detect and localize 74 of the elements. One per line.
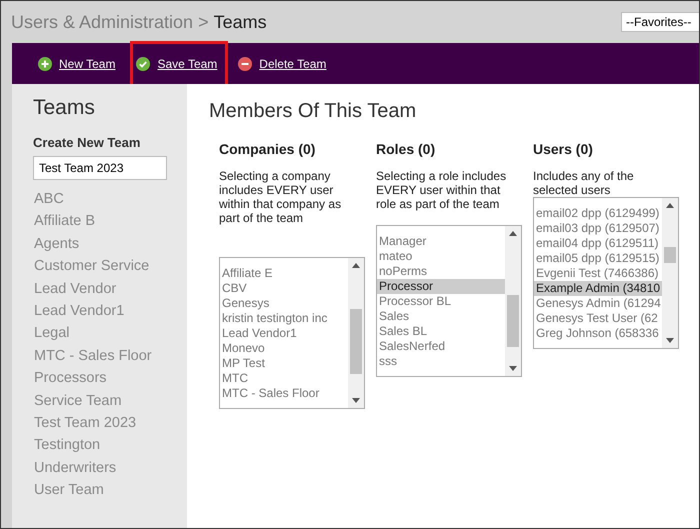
favorites-dropdown[interactable]: --Favorites-- [621, 12, 699, 32]
team-list-item[interactable]: Testington [34, 437, 187, 460]
multi-select-list[interactable]: Affiliate E CBV Genesys kristin testington inc Lead Vendor1 Monevo MP Test MTC MTC - Sales Floor [219, 257, 365, 409]
list-option[interactable]: SalesNerfed [377, 339, 505, 354]
team-list-item[interactable]: User Team [34, 482, 187, 504]
scrollbar[interactable] [662, 198, 678, 348]
list-option[interactable]: MTC [220, 371, 348, 386]
section-title: Members Of This Team [209, 100, 418, 123]
minus-icon [238, 56, 252, 70]
list-option[interactable]: Genesys Admin (61294 [534, 296, 662, 311]
list-option[interactable]: Example Admin (34810 [534, 281, 662, 296]
multi-select-list[interactable]: email02 dpp (6129499) email03 dpp (6129507) email04 dpp (6129511) email05 dpp (6129515) Evgenii Test (7466386) Example Admin (34810 Genesys Admin (61294 Genesys Test User (62 Greg Johnson (658336 [533, 197, 679, 349]
list-option[interactable]: MP Test [220, 356, 348, 371]
list-option[interactable]: Evgenii Test (7466386) [534, 266, 662, 281]
multi-select-list[interactable]: Manager mateo noPerms Processor Processor BL Sales Sales BL SalesNerfed sss [376, 225, 522, 377]
team-list-item[interactable]: Lead Vendor1 [34, 302, 187, 326]
create-team-label: Create New Team [33, 135, 142, 150]
list-option[interactable]: Greg Johnson (658336 [534, 326, 662, 341]
breadcrumb-current: Teams [214, 12, 267, 32]
list-option[interactable]: noPerms [377, 264, 505, 279]
list-option[interactable]: Affiliate E [220, 266, 348, 281]
panel-heading: Roles (0) [376, 141, 436, 157]
list-option[interactable]: Genesys [220, 296, 348, 311]
list-option[interactable]: mateo [377, 249, 505, 264]
list-option[interactable]: CBV [220, 281, 348, 296]
scroll-up-arrow-icon[interactable] [509, 231, 517, 236]
scroll-up-arrow-icon[interactable] [352, 263, 360, 268]
list-option[interactable]: Lead Vendor1 [220, 326, 348, 341]
plus-icon [38, 56, 52, 70]
list-option[interactable]: Processor [377, 279, 505, 294]
team-list-item[interactable]: Affiliate B [34, 213, 187, 236]
panel-heading: Companies (0) [219, 141, 316, 157]
list-option[interactable]: Genesys Test User (62 [534, 311, 662, 326]
list-option[interactable]: Monevo [220, 341, 348, 356]
list-option[interactable]: MTC - Sales Floor [220, 386, 348, 401]
toolbar-link[interactable]: Delete Team [232, 40, 338, 86]
list-option[interactable]: email02 dpp (6129499) [534, 206, 662, 221]
team-list-item[interactable]: Customer Service [34, 258, 187, 281]
scrollbar[interactable] [348, 258, 364, 408]
team-list-item[interactable]: Test Team 2023 [34, 414, 187, 438]
team-list-item[interactable]: MTC - Sales Floor [34, 348, 187, 370]
list-option[interactable]: Sales [377, 309, 505, 324]
list-option[interactable]: Processor BL [377, 294, 505, 309]
breadcrumb-parent[interactable]: Users & Administration [11, 12, 194, 32]
checkmark-icon [136, 56, 150, 70]
scrollbar-thumb[interactable] [664, 246, 676, 264]
list-option[interactable]: Sales BL [377, 324, 505, 339]
team-list-item[interactable]: Legal [34, 325, 187, 348]
team-list-item[interactable]: Lead Vendor [34, 280, 187, 303]
list-option[interactable]: email03 dpp (6129507) [534, 221, 662, 236]
sidebar-title: Teams [33, 96, 96, 120]
list-option[interactable]: email05 dpp (6129515) [534, 251, 662, 266]
panel-heading: Users (0) [533, 141, 594, 157]
list-option[interactable]: kristin testington inc [220, 311, 348, 326]
scroll-down-arrow-icon[interactable] [666, 338, 674, 343]
list-option[interactable]: Manager [377, 234, 505, 249]
scroll-up-arrow-icon[interactable] [666, 203, 674, 208]
panel-description: Selecting a company includes EVERY user within that company as part of the team [219, 169, 342, 225]
scroll-down-arrow-icon[interactable] [509, 366, 517, 371]
scrollbar-thumb[interactable] [350, 309, 362, 374]
team-list-item[interactable]: Service Team [34, 392, 187, 415]
panel-description: Includes any of the selected users [533, 169, 635, 197]
scroll-down-arrow-icon[interactable] [352, 398, 360, 403]
team-list-item[interactable]: Agents [34, 236, 187, 258]
team-list-item[interactable]: Underwriters [34, 460, 187, 482]
panel-description: Selecting a role includes EVERY user within that role as part of the team [376, 169, 508, 211]
team-list-item[interactable]: Processors [34, 370, 187, 393]
team-name-input[interactable]: Test Team 2023 [33, 156, 167, 180]
scrollbar[interactable] [505, 226, 521, 376]
list-option[interactable]: sss [377, 354, 505, 369]
breadcrumb-separator: > [198, 12, 209, 32]
list-option[interactable]: email04 dpp (6129511) [534, 236, 662, 251]
team-list-item[interactable]: ABC [34, 191, 187, 214]
scrollbar-thumb[interactable] [507, 295, 519, 347]
